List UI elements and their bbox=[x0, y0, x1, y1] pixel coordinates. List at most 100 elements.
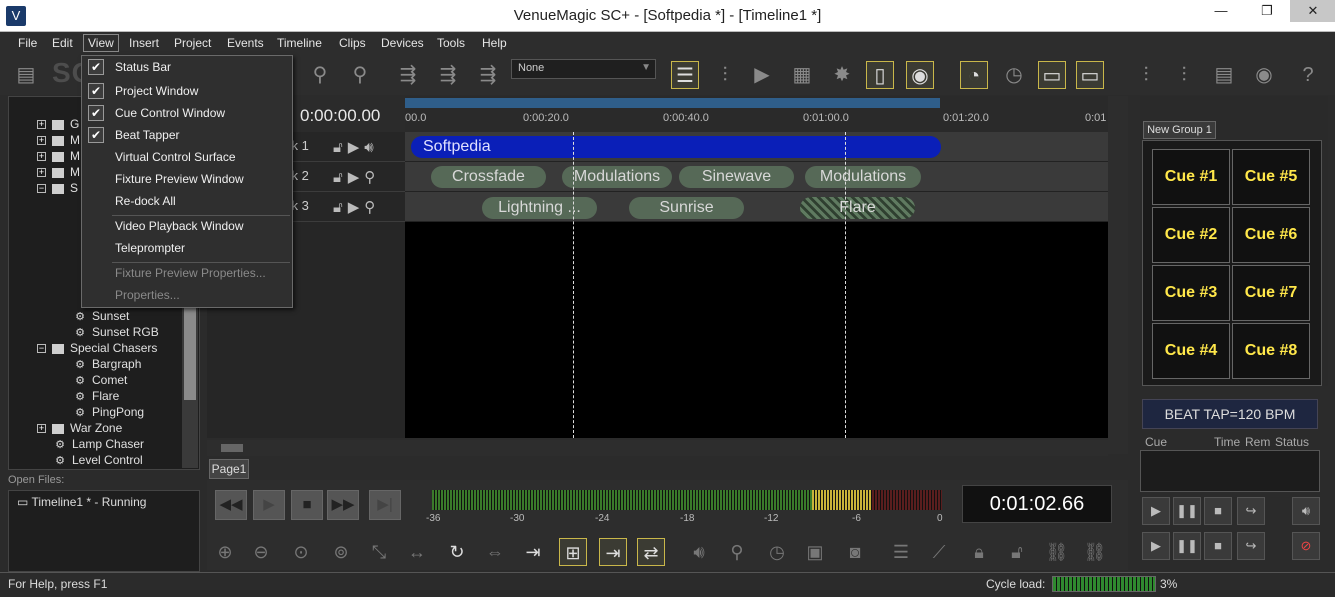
timeline-hscroll[interactable] bbox=[207, 440, 1108, 456]
help-cursor-icon[interactable]: ? bbox=[1294, 61, 1322, 89]
timeline-clip[interactable]: Modulations bbox=[805, 166, 921, 188]
timeline-track-row[interactable]: Lightning ... Sunrise Flare bbox=[405, 192, 1108, 222]
menu-view[interactable]: View bbox=[83, 34, 119, 52]
loop-range-bar[interactable] bbox=[405, 98, 940, 108]
menu-item-status-bar[interactable]: ✔ Status Bar bbox=[82, 56, 292, 78]
fixture-icon[interactable]: ⚲ bbox=[364, 169, 380, 186]
timeline-clip[interactable]: Sunrise bbox=[629, 197, 744, 219]
snap-grid-icon[interactable]: ⊞ bbox=[559, 538, 587, 566]
loop-icon[interactable]: ↻ bbox=[443, 538, 471, 566]
timer-icon[interactable]: ◷ bbox=[1000, 61, 1028, 89]
zoom-selection-icon[interactable]: ⊚ bbox=[327, 538, 355, 566]
expand-icon[interactable]: + bbox=[37, 136, 46, 146]
timeline-ruler[interactable]: 00.0 0:00:20.0 0:00:40.0 0:01:00.0 0:01:… bbox=[405, 96, 1108, 132]
cue-button[interactable]: Cue #4 bbox=[1152, 323, 1230, 379]
scroll-thumb[interactable] bbox=[184, 300, 196, 400]
menu-item-virtual-control-surface[interactable]: Virtual Control Surface bbox=[82, 146, 292, 168]
beat-tap-button[interactable]: BEAT TAP=120 BPM bbox=[1142, 399, 1318, 429]
lock-icon[interactable]: 🔓︎ bbox=[333, 169, 348, 186]
menu-item-re-dock-all[interactable]: Re-dock All bbox=[82, 190, 292, 212]
fit-width-icon[interactable]: ↔ bbox=[403, 538, 431, 566]
track-controls[interactable]: 🔓︎▶⚲ bbox=[333, 168, 380, 186]
cue-pause-button[interactable]: ❚❚ bbox=[1173, 497, 1201, 525]
tree-item[interactable]: ⚙ Bargraph bbox=[73, 357, 141, 373]
timeline-track-row[interactable]: Softpedia bbox=[405, 132, 1108, 162]
tree-item[interactable]: + M bbox=[37, 149, 80, 165]
go-to-end-icon[interactable]: ⇥ bbox=[519, 538, 547, 566]
tree-item[interactable]: ⚙ PingPong bbox=[73, 405, 144, 421]
zoom-in-icon[interactable]: ⊕ bbox=[211, 538, 239, 566]
move-fixture-3-icon[interactable]: ⇶ bbox=[474, 61, 502, 89]
cue-audio-button[interactable]: 🔊︎ bbox=[1292, 497, 1320, 525]
lock-icon[interactable]: 🔒︎ bbox=[965, 538, 993, 566]
effects-icon[interactable]: ✸ bbox=[828, 61, 856, 89]
list-view-icon[interactable]: ☰ bbox=[671, 61, 699, 89]
graph-icon[interactable]: ⟋ bbox=[925, 538, 953, 566]
menu-events[interactable]: Events bbox=[227, 36, 264, 50]
cue-stop-button[interactable]: ■ bbox=[1204, 497, 1232, 525]
menu-item-project-window[interactable]: ✔ Project Window bbox=[82, 80, 292, 102]
playhead-line[interactable] bbox=[573, 132, 574, 438]
device-icon[interactable]: ▯ bbox=[866, 61, 894, 89]
expand-arrows-icon[interactable]: ⤡ bbox=[365, 538, 393, 566]
drum-icon[interactable]: ◉ bbox=[906, 61, 934, 89]
sliders-2-icon[interactable]: ⫶ bbox=[1170, 61, 1198, 89]
unlink-icon[interactable]: ⛓ bbox=[1081, 538, 1109, 566]
document-icon[interactable]: ▦ bbox=[788, 61, 816, 89]
zoom-out-icon[interactable]: ⊖ bbox=[247, 538, 275, 566]
tree-item[interactable]: + War Zone bbox=[37, 421, 122, 437]
cue-stop-all-button[interactable]: ■ bbox=[1204, 532, 1232, 560]
menu-file[interactable]: File bbox=[18, 36, 37, 50]
cue-button[interactable]: Cue #8 bbox=[1232, 323, 1310, 379]
speaker-icon[interactable]: 🔊︎ bbox=[364, 139, 378, 156]
timeline-track-row[interactable]: Crossfade Modulations Sinewave Modulatio… bbox=[405, 162, 1108, 192]
timeline-clip[interactable]: Crossfade bbox=[431, 166, 546, 188]
video-icon[interactable]: ▶ bbox=[748, 61, 776, 89]
menu-timeline[interactable]: Timeline bbox=[277, 36, 322, 50]
menu-clips[interactable]: Clips bbox=[339, 36, 366, 50]
tree-item[interactable]: ⚙ Sunset bbox=[73, 309, 129, 325]
timeline-clip[interactable]: Softpedia bbox=[411, 136, 941, 158]
timeline-clip[interactable]: Lightning ... bbox=[482, 197, 597, 219]
move-fixture-2-icon[interactable]: ⇶ bbox=[434, 61, 462, 89]
cue-button[interactable]: Cue #6 bbox=[1232, 207, 1310, 263]
timeline-vscroll[interactable] bbox=[1108, 96, 1128, 454]
stretch-icon[interactable]: ⇔ bbox=[481, 538, 509, 566]
snap-clip-icon[interactable]: ⇄ bbox=[637, 538, 665, 566]
restore-button[interactable]: ❐ bbox=[1244, 0, 1290, 22]
minimize-button[interactable]: — bbox=[1198, 0, 1244, 22]
menu-devices[interactable]: Devices bbox=[381, 36, 424, 50]
timeline-canvas[interactable]: Softpedia Crossfade Modulations Sinewave… bbox=[405, 132, 1108, 438]
snap-marker-icon[interactable]: ⇥ bbox=[599, 538, 627, 566]
tree-item[interactable]: ⚙ Flare bbox=[73, 389, 119, 405]
cue-button[interactable]: Cue #1 bbox=[1152, 149, 1230, 205]
lock-icon[interactable]: 🔓︎ bbox=[333, 199, 348, 216]
tree-item[interactable]: − Special Chasers bbox=[37, 341, 157, 357]
tree-item[interactable]: + M bbox=[37, 165, 80, 181]
rewind-button[interactable]: ◀◀ bbox=[215, 490, 247, 520]
cue-button[interactable]: Cue #3 bbox=[1152, 265, 1230, 321]
play-icon[interactable]: ▶ bbox=[348, 169, 365, 186]
play-button[interactable]: ▶ bbox=[253, 490, 285, 520]
tab-new-group-1[interactable]: New Group 1 bbox=[1143, 121, 1216, 139]
play-icon[interactable]: ▶ bbox=[348, 139, 365, 156]
timeline-clip[interactable]: Flare bbox=[800, 197, 915, 219]
add-video-icon[interactable]: ▣ bbox=[801, 538, 829, 566]
link-icon[interactable]: ⛓ bbox=[1043, 538, 1071, 566]
marker-line[interactable] bbox=[845, 132, 846, 438]
track-controls[interactable]: 🔓︎▶⚲ bbox=[333, 198, 380, 216]
zoom-fit-icon[interactable]: ⊙ bbox=[287, 538, 315, 566]
menu-item-fixture-preview-window[interactable]: Fixture Preview Window bbox=[82, 168, 292, 190]
add-timer-icon[interactable]: ◷ bbox=[763, 538, 791, 566]
monitor-icon[interactable]: ▭ bbox=[1038, 61, 1066, 89]
timeline-clip[interactable]: Sinewave bbox=[679, 166, 794, 188]
tree-item[interactable]: ⚙ Sunset RGB bbox=[73, 325, 159, 341]
cue-button[interactable]: Cue #2 bbox=[1152, 207, 1230, 263]
lock-icon[interactable]: 🔓︎ bbox=[333, 139, 348, 156]
tree-item[interactable]: ⚙ Lamp Chaser bbox=[53, 437, 144, 453]
collapse-icon[interactable]: − bbox=[37, 184, 46, 194]
list-icon[interactable]: ▤ bbox=[1210, 61, 1238, 89]
menu-item-video-playback-window[interactable]: Video Playback Window bbox=[82, 215, 292, 237]
cue-button[interactable]: Cue #7 bbox=[1232, 265, 1310, 321]
cue-play-all-button[interactable]: ▶ bbox=[1142, 532, 1170, 560]
